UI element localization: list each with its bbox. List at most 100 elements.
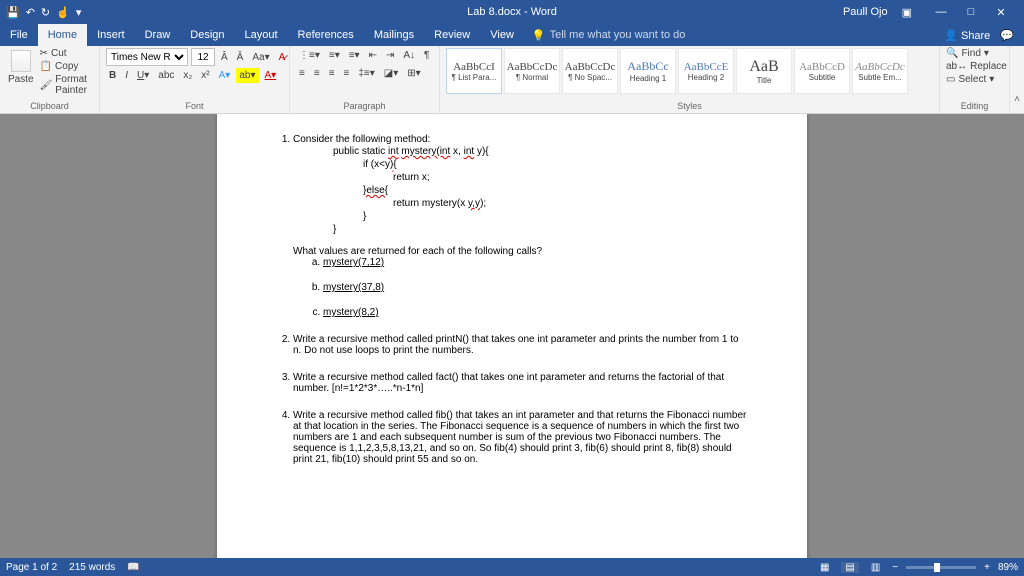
user-name[interactable]: Paull Ojo	[843, 6, 888, 18]
close-button[interactable]: ✕	[986, 6, 1016, 19]
font-name-select[interactable]: Times New R	[106, 48, 188, 66]
ribbon-options-icon[interactable]: ▣	[902, 6, 912, 19]
align-right-button[interactable]: ≡	[326, 66, 338, 81]
paste-button[interactable]: Paste	[6, 48, 36, 96]
zoom-out-button[interactable]: −	[892, 562, 898, 573]
style-normal[interactable]: AaBbCcDc¶ Normal	[504, 48, 560, 94]
underline-button[interactable]: U▾	[134, 68, 152, 83]
italic-button[interactable]: I	[122, 68, 131, 83]
multilevel-button[interactable]: ≡▾	[346, 48, 363, 63]
borders-button[interactable]: ⊞▾	[404, 66, 423, 81]
select-button[interactable]: ▭ Select ▾	[946, 74, 1003, 85]
proofing-icon[interactable]: 📖	[127, 562, 139, 573]
document-title: Lab 8.docx - Word	[467, 6, 557, 18]
share-button[interactable]: 👤 Share	[944, 29, 990, 42]
tab-design[interactable]: Design	[180, 24, 234, 46]
tab-layout[interactable]: Layout	[235, 24, 288, 46]
q1-code-block: public static int mystery(int x, int y){…	[293, 145, 747, 236]
ribbon: Paste ✂ Cut 📋 Copy 🖌 Format Painter Clip…	[0, 46, 1024, 114]
title-bar: 💾 ↶ ↻ ☝ ▾ Lab 8.docx - Word Paull Ojo ▣ …	[0, 0, 1024, 24]
q1-a: mystery(7,12)	[323, 257, 747, 268]
menu-bar: File Home Insert Draw Design Layout Refe…	[0, 24, 1024, 46]
shading-button[interactable]: ◪▾	[381, 66, 401, 81]
bullets-button[interactable]: ⋮≡▾	[296, 48, 323, 63]
read-mode-button[interactable]: ▦	[816, 562, 833, 573]
q1-intro: Consider the following method:	[293, 134, 430, 145]
replace-button[interactable]: ab↔ Replace	[946, 61, 1003, 72]
superscript-button[interactable]: x²	[198, 68, 212, 83]
style-no-spacing[interactable]: AaBbCcDc¶ No Spac...	[562, 48, 618, 94]
comments-icon[interactable]: 💬	[1000, 29, 1014, 42]
q3: Write a recursive method called fact() t…	[293, 372, 747, 394]
paragraph-label: Paragraph	[296, 99, 433, 111]
q1-c: mystery(8,2)	[323, 307, 747, 318]
show-marks-button[interactable]: ¶	[421, 48, 432, 63]
document-area[interactable]: Consider the following method: public st…	[0, 114, 1024, 558]
collapse-ribbon-button[interactable]: ˄	[1010, 46, 1024, 113]
highlight-button[interactable]: ab▾	[236, 68, 258, 83]
sort-button[interactable]: A↓	[400, 48, 418, 63]
inc-indent-button[interactable]: ⇥	[383, 48, 397, 63]
group-paragraph: ⋮≡▾ ≡▾ ≡▾ ⇤ ⇥ A↓ ¶ ≡ ≡ ≡ ≡ ‡≡▾ ◪▾ ⊞▾ Par…	[290, 46, 440, 113]
q2: Write a recursive method called printN()…	[293, 334, 747, 356]
zoom-slider[interactable]	[906, 566, 976, 569]
tab-references[interactable]: References	[288, 24, 364, 46]
format-painter-button[interactable]: 🖌 Format Painter	[40, 74, 93, 96]
font-color-button[interactable]: A▾	[262, 68, 280, 83]
q1-b: mystery(37,8)	[323, 282, 747, 293]
word-count[interactable]: 215 words	[69, 562, 115, 573]
line-spacing-button[interactable]: ‡≡▾	[355, 66, 377, 81]
font-size-input[interactable]	[191, 48, 215, 66]
style-title[interactable]: AaBTitle	[736, 48, 792, 94]
style-subtle-emphasis[interactable]: AaBbCcDcSubtle Em...	[852, 48, 908, 94]
group-clipboard: Paste ✂ Cut 📋 Copy 🖌 Format Painter Clip…	[0, 46, 100, 113]
clipboard-label: Clipboard	[6, 99, 93, 111]
style-subtitle[interactable]: AaBbCcDSubtitle	[794, 48, 850, 94]
find-button[interactable]: 🔍 Find ▾	[946, 48, 1003, 59]
tab-view[interactable]: View	[480, 24, 524, 46]
dec-indent-button[interactable]: ⇤	[366, 48, 380, 63]
shrink-font-button[interactable]: Ǎ	[234, 50, 247, 65]
minimize-button[interactable]: —	[926, 6, 956, 19]
copy-button[interactable]: 📋 Copy	[40, 61, 93, 72]
print-layout-button[interactable]: ▤	[841, 562, 858, 573]
bold-button[interactable]: B	[106, 68, 119, 83]
tab-draw[interactable]: Draw	[135, 24, 181, 46]
tab-review[interactable]: Review	[424, 24, 480, 46]
page-indicator[interactable]: Page 1 of 2	[6, 562, 57, 573]
numbering-button[interactable]: ≡▾	[326, 48, 343, 63]
tell-me-search[interactable]: 💡 Tell me what you want to do	[524, 29, 685, 42]
text-effects-button[interactable]: A▾	[216, 68, 234, 83]
touch-mode-icon[interactable]: ☝	[56, 6, 70, 19]
tab-insert[interactable]: Insert	[87, 24, 135, 46]
document-page[interactable]: Consider the following method: public st…	[217, 114, 807, 558]
q4: Write a recursive method called fib() th…	[293, 410, 747, 465]
tab-home[interactable]: Home	[38, 24, 87, 46]
quick-access-toolbar: 💾 ↶ ↻ ☝ ▾	[0, 6, 81, 19]
zoom-in-button[interactable]: +	[984, 562, 990, 573]
redo-icon[interactable]: ↻	[41, 6, 50, 19]
change-case-button[interactable]: Aa▾	[249, 50, 272, 65]
group-font: Times New R Â Ǎ Aa▾ A̷ B I U▾ abc x₂ x…	[100, 46, 290, 113]
group-styles: AaBbCcI¶ List Para... AaBbCcDc¶ Normal A…	[440, 46, 940, 113]
undo-icon[interactable]: ↶	[26, 6, 35, 19]
strike-button[interactable]: abc	[155, 68, 177, 83]
zoom-level[interactable]: 89%	[998, 562, 1018, 573]
save-icon[interactable]: 💾	[6, 6, 20, 19]
tab-file[interactable]: File	[0, 24, 38, 46]
subscript-button[interactable]: x₂	[180, 68, 195, 83]
style-heading-2[interactable]: AaBbCcEHeading 2	[678, 48, 734, 94]
align-left-button[interactable]: ≡	[296, 66, 308, 81]
justify-button[interactable]: ≡	[341, 66, 353, 81]
style-list-paragraph[interactable]: AaBbCcI¶ List Para...	[446, 48, 502, 94]
group-editing: 🔍 Find ▾ ab↔ Replace ▭ Select ▾ Editing	[940, 46, 1010, 113]
tab-mailings[interactable]: Mailings	[364, 24, 424, 46]
grow-font-button[interactable]: Â	[218, 50, 231, 65]
maximize-button[interactable]: □	[956, 6, 986, 19]
align-center-button[interactable]: ≡	[311, 66, 323, 81]
style-heading-1[interactable]: AaBbCcHeading 1	[620, 48, 676, 94]
clear-format-button[interactable]: A̷	[276, 50, 289, 65]
web-layout-button[interactable]: ▥	[867, 562, 884, 573]
qat-dropdown-icon[interactable]: ▾	[76, 6, 82, 19]
cut-button[interactable]: ✂ Cut	[40, 48, 93, 59]
